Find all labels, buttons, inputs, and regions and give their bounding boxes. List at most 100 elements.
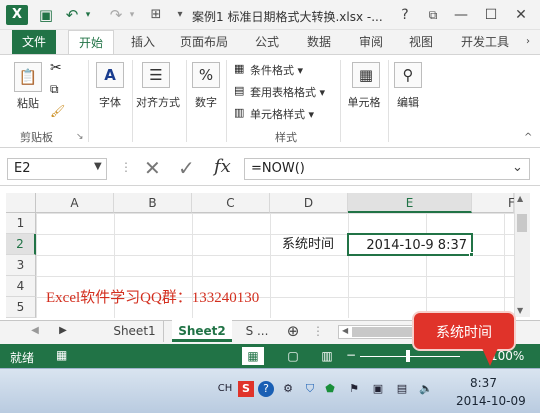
sogou-ime-icon[interactable]: S — [238, 381, 254, 397]
cut-icon[interactable]: ✂ — [50, 60, 62, 76]
row-header-5[interactable]: 5 — [6, 297, 36, 318]
scroll-down-icon[interactable]: ▼ — [517, 306, 523, 315]
more-options-icon[interactable]: ⋮ — [120, 160, 132, 174]
row-header-4[interactable]: 4 — [6, 276, 36, 297]
percent-icon[interactable]: % — [192, 62, 220, 88]
clock-date[interactable]: 2014-10-09 — [456, 394, 526, 408]
group-divider — [226, 60, 227, 142]
sheet-tab-sheet2[interactable]: Sheet2 — [172, 320, 232, 342]
tab-formulas[interactable]: 公式 — [248, 30, 286, 54]
clipboard-launcher-icon[interactable]: ↘ — [76, 132, 84, 142]
save-icon[interactable]: ▣ — [36, 5, 56, 25]
normal-view-icon[interactable]: ▦ — [242, 347, 264, 365]
ribbon-display-button[interactable]: ⧉ — [420, 4, 446, 26]
paste-icon[interactable]: 📋 — [14, 62, 42, 92]
quick-access-icon[interactable]: ⊞ — [146, 5, 166, 25]
tab-home[interactable]: 开始 — [68, 30, 114, 55]
help-button[interactable]: ? — [392, 4, 418, 26]
zoom-out-icon[interactable]: − — [346, 348, 356, 362]
fill-handle[interactable] — [469, 252, 474, 257]
tab-view[interactable]: 视图 — [402, 30, 440, 54]
tab-insert[interactable]: 插入 — [124, 30, 162, 54]
cells-button[interactable]: 单元格 — [344, 94, 384, 110]
format-painter-icon[interactable]: 🖌 — [50, 104, 65, 118]
tab-data[interactable]: 数据 — [300, 30, 338, 54]
customize-qat-icon[interactable]: ▾ — [170, 5, 190, 25]
maximize-button[interactable]: ☐ — [478, 4, 504, 26]
column-header-b[interactable]: B — [114, 193, 192, 213]
zoom-slider[interactable] — [360, 356, 460, 357]
edit-button[interactable]: 编辑 — [390, 94, 426, 110]
select-all-corner[interactable] — [6, 193, 36, 213]
page-break-view-icon[interactable]: ▥ — [316, 347, 338, 365]
vertical-scrollbar[interactable] — [514, 193, 530, 317]
name-box[interactable]: E2 — [7, 158, 107, 180]
align-icon[interactable]: ☰ — [142, 62, 170, 88]
tab-page-layout[interactable]: 页面布局 — [172, 30, 236, 54]
tab-file[interactable]: 文件 — [12, 30, 56, 54]
antivirus-icon[interactable]: ⬟ — [322, 381, 338, 397]
cell-d2[interactable]: 系统时间 — [270, 234, 348, 255]
scroll-thumb[interactable] — [517, 214, 527, 232]
help-tray-icon[interactable]: ? — [258, 381, 274, 397]
status-ready: 就绪 — [10, 351, 35, 365]
collapse-ribbon-icon[interactable]: ^ — [524, 132, 532, 143]
row-header-2[interactable]: 2 — [6, 234, 36, 255]
sheet-tab-more[interactable]: S ... — [238, 320, 276, 342]
sheet-more-icon[interactable]: ⋮ — [312, 320, 324, 342]
excel-logo-icon[interactable]: X — [6, 5, 28, 25]
formula-input[interactable]: =NOW() — [244, 158, 530, 180]
undo-dropdown-icon[interactable]: ▾ — [78, 5, 98, 25]
hscroll-left-icon[interactable]: ◀ — [342, 326, 348, 335]
sheet-next-icon[interactable]: ▶ — [56, 320, 70, 342]
cell-style-label: 单元格样式 — [250, 108, 305, 121]
name-box-dropdown-icon[interactable]: ▼ — [94, 161, 102, 172]
scroll-up-icon[interactable]: ▲ — [517, 194, 523, 203]
number-button[interactable]: 数字 — [190, 94, 222, 110]
tabs-scroll-right-icon[interactable]: › — [520, 30, 536, 54]
insert-function-icon[interactable]: fx — [214, 156, 231, 177]
page-layout-view-icon[interactable]: ▢ — [282, 347, 304, 365]
cell-style-button[interactable]: 单元格样式 ▾ — [250, 106, 314, 122]
tab-developer[interactable]: 开发工具 — [454, 30, 516, 54]
clock-time[interactable]: 8:37 — [470, 376, 497, 390]
expand-formula-bar-icon[interactable]: ⌄ — [512, 160, 523, 175]
enter-icon[interactable]: ✓ — [178, 156, 195, 180]
tab-review[interactable]: 审阅 — [352, 30, 390, 54]
volume-icon[interactable]: 🔈 — [418, 381, 434, 397]
conditional-format-button[interactable]: 条件格式 ▾ — [250, 62, 303, 78]
column-header-e[interactable]: E — [348, 193, 472, 213]
column-header-f[interactable]: F — [472, 193, 515, 213]
copy-icon[interactable]: ⧉ — [50, 82, 59, 97]
sheet-tab-sheet1[interactable]: Sheet1 — [106, 320, 164, 342]
alignment-button[interactable]: 对齐方式 — [134, 94, 182, 110]
column-header-c[interactable]: C — [192, 193, 270, 213]
zoom-slider-thumb[interactable] — [406, 350, 410, 362]
conditional-format-label: 条件格式 — [250, 64, 294, 77]
security-shield-icon[interactable]: ⛉ — [302, 381, 318, 397]
device-icon[interactable]: ▣ — [370, 381, 386, 397]
column-header-d[interactable]: D — [270, 193, 348, 213]
network-icon[interactable]: ▤ — [394, 381, 410, 397]
tray-settings-icon[interactable]: ⚙ — [280, 381, 296, 397]
font-icon[interactable]: A — [96, 62, 124, 88]
table-format-button[interactable]: 套用表格格式 ▾ — [250, 84, 325, 100]
column-header-a[interactable]: A — [36, 193, 114, 213]
cancel-icon[interactable]: ✕ — [144, 156, 161, 180]
input-language[interactable]: CH — [216, 381, 234, 397]
flag-icon[interactable]: ⚑ — [346, 381, 362, 397]
paste-button[interactable]: 粘贴 — [10, 95, 46, 111]
add-sheet-icon[interactable]: ⊕ — [284, 320, 302, 342]
minimize-button[interactable]: — — [448, 4, 474, 26]
binoculars-icon[interactable]: ⚲ — [394, 62, 422, 88]
row-header-3[interactable]: 3 — [6, 255, 36, 276]
redo-dropdown-icon[interactable]: ▾ — [122, 5, 142, 25]
font-button[interactable]: 字体 — [94, 94, 126, 110]
sheet-prev-icon[interactable]: ◀ — [28, 320, 42, 342]
close-button[interactable]: ✕ — [508, 4, 534, 26]
cells-icon[interactable]: ▦ — [352, 62, 380, 88]
row-header-1[interactable]: 1 — [6, 213, 36, 234]
cell-e2[interactable]: 2014-10-9 8:37 — [347, 233, 473, 256]
macro-record-icon[interactable]: ▦ — [56, 348, 67, 362]
hscroll-thumb[interactable] — [352, 327, 412, 337]
